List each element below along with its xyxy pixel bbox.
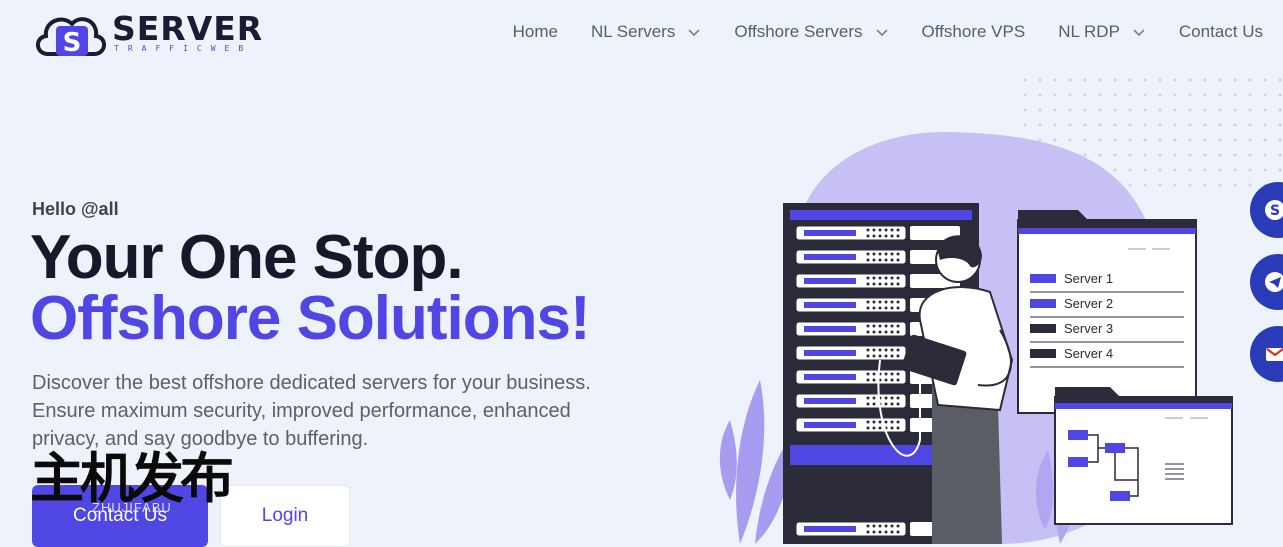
hero-description: Discover the best offshore dedicated ser… (32, 372, 591, 450)
nav-nl-rdp[interactable]: NL RDP (1058, 22, 1146, 42)
contact-us-button[interactable]: Contact Us (32, 485, 208, 547)
nav-label: Offshore Servers (734, 22, 863, 41)
chevron-down-icon (688, 29, 700, 37)
telegram-icon (1265, 272, 1283, 292)
server-3-label: Server 3 (1064, 321, 1113, 336)
cloud-server-logo-icon: S (36, 17, 106, 58)
chevron-down-icon (875, 29, 888, 37)
nav-label: Offshore VPS (921, 22, 1026, 41)
svg-text:S: S (63, 28, 82, 58)
brand-logo[interactable]: S SERVER TRAFFICWEB (32, 8, 282, 60)
network-diagram-window (1054, 387, 1233, 525)
server-2-label: Server 2 (1064, 296, 1113, 311)
main-nav: Home NL Servers Offshore Servers Offshor… (480, 22, 1263, 42)
nav-label: Home (512, 22, 558, 41)
nav-label: NL Servers (590, 22, 676, 41)
nav-offshore-servers[interactable]: Offshore Servers (734, 22, 888, 42)
server-list-window: Server 1 Server 2 Server 3 Server 4 (1017, 210, 1197, 414)
nav-nl-servers[interactable]: NL Servers (591, 22, 701, 42)
nav-label: NL RDP (1058, 22, 1120, 41)
hero-headline-line-2: Offshore Solutions! (30, 284, 591, 353)
login-button[interactable]: Login (220, 485, 350, 547)
server-4-label: Server 4 (1064, 346, 1113, 361)
hero-greeting: Hello @all (32, 199, 119, 219)
gmail-icon (1266, 348, 1283, 361)
chevron-down-icon (1133, 29, 1145, 37)
nav-offshore-vps[interactable]: Offshore VPS (922, 22, 1026, 42)
skype-icon: S (1265, 200, 1283, 220)
nav-home[interactable]: Home (513, 22, 558, 42)
nav-label: Contact Us (1178, 22, 1263, 41)
server-1-label: Server 1 (1064, 271, 1113, 286)
brand-name: SERVER (112, 9, 264, 48)
brand-tagline: TRAFFICWEB (114, 44, 253, 53)
hero-headline-line-1: Your One Stop. (30, 223, 464, 292)
svg-text:S: S (1270, 203, 1280, 219)
nav-contact-us[interactable]: Contact Us (1179, 22, 1263, 42)
server-room-illustration: Server 1 Server 2 Server 3 Server 4 (719, 78, 1282, 544)
